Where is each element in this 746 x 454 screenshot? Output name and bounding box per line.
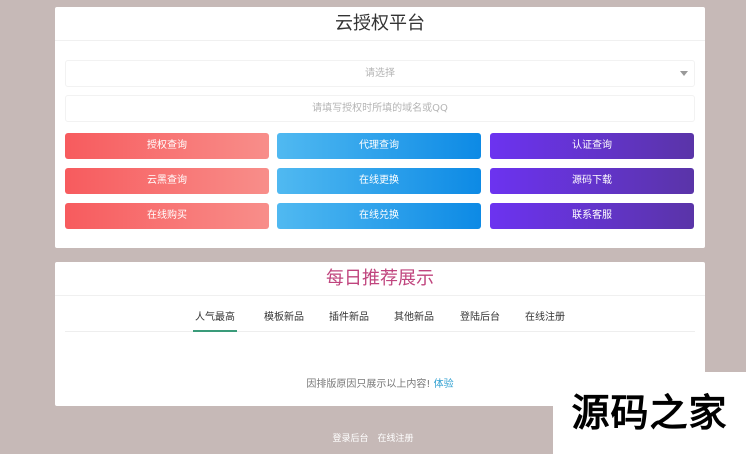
tab-register[interactable]: 在线注册 [523,307,567,332]
source-download-button[interactable]: 源码下载 [490,168,694,194]
layout-notice-text: 因排版原因只展示以上内容! [306,379,431,390]
recommend-panel-title: 每日推荐展示 [55,262,705,296]
online-buy-button[interactable]: 在线购买 [65,203,269,229]
experience-link[interactable]: 体验 [434,379,454,390]
online-change-button[interactable]: 在线更换 [277,168,481,194]
recommend-tabs: 人气最高 模板新品 插件新品 其他新品 登陆后台 在线注册 [65,307,695,332]
tab-other-new[interactable]: 其他新品 [392,307,436,332]
auth-panel: 云授权平台 请选择 请填写授权时所填的域名或QQ 授权查询 代理查询 认证查询 … [55,7,705,248]
auth-panel-title: 云授权平台 [55,7,705,41]
chevron-down-icon [680,71,688,76]
online-redeem-button[interactable]: 在线兑换 [277,203,481,229]
tab-template-new[interactable]: 模板新品 [262,307,306,332]
auth-query-button[interactable]: 授权查询 [65,133,269,159]
footer-login-link[interactable]: 登录后台 [333,434,369,444]
footer-register-link[interactable]: 在线注册 [377,434,413,444]
tab-login-admin[interactable]: 登陆后台 [458,307,502,332]
site-watermark: 源码之家 [553,372,746,454]
contact-service-button[interactable]: 联系客服 [490,203,694,229]
type-select[interactable]: 请选择 [65,60,695,87]
cert-query-button[interactable]: 认证查询 [490,133,694,159]
tab-plugin-new[interactable]: 插件新品 [327,307,371,332]
type-select-placeholder: 请选择 [365,68,395,79]
tab-popular[interactable]: 人气最高 [193,307,237,332]
domain-input[interactable]: 请填写授权时所填的域名或QQ [65,95,695,122]
domain-input-placeholder: 请填写授权时所填的域名或QQ [312,103,448,114]
blacklist-query-button[interactable]: 云黑查询 [65,168,269,194]
agent-query-button[interactable]: 代理查询 [277,133,481,159]
